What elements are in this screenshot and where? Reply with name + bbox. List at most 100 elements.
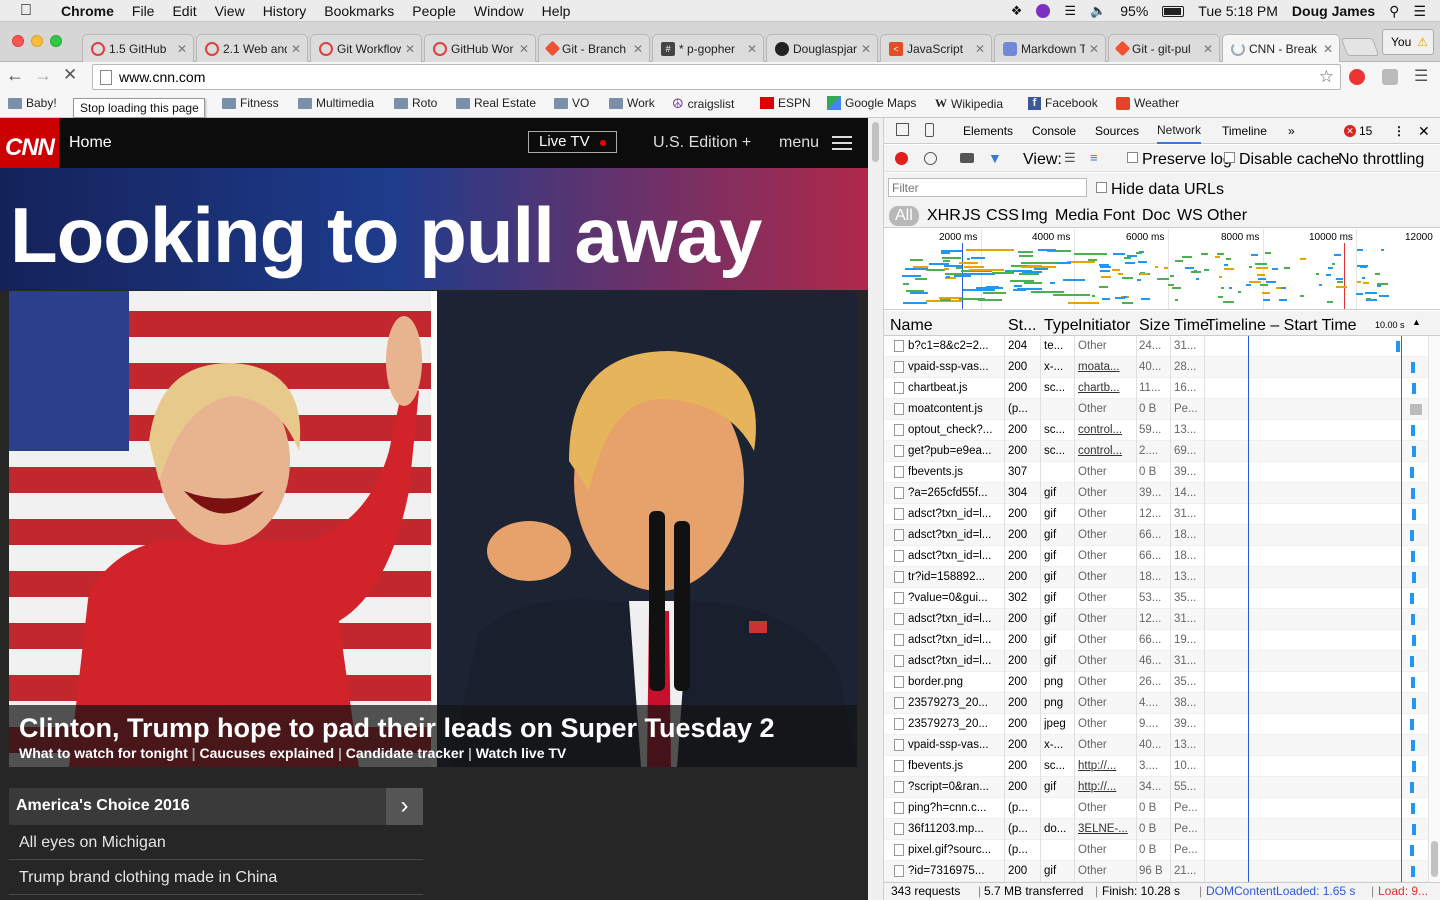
disable-cache-checkbox[interactable] — [1224, 152, 1235, 163]
request-row[interactable]: adsct?txn_id=l... 200 gif Other 12... 31... — [884, 609, 1440, 630]
request-row[interactable]: adsct?txn_id=l... 200 gif Other 66... 18... — [884, 546, 1440, 567]
tab-7[interactable]: Douglaspjar ✕ — [766, 34, 878, 62]
throttling-select[interactable]: No throttling — [1338, 151, 1424, 169]
tab-close-icon[interactable]: ✕ — [405, 42, 415, 56]
error-icon[interactable]: ✕ — [1344, 125, 1356, 137]
edition-selector[interactable]: U.S. Edition + — [653, 134, 751, 152]
filter-xhr[interactable]: XHR — [927, 207, 961, 225]
request-row[interactable]: ?id=7316975... 200 gif Other 96 B 21... — [884, 861, 1440, 882]
tab-close-icon[interactable]: ✕ — [633, 42, 643, 56]
request-row[interactable]: 36f11203.mp... (p... do... 3ELNE-... 0 B Pe..… — [884, 819, 1440, 840]
tab-close-icon[interactable]: ✕ — [1089, 42, 1099, 56]
volume-icon[interactable]: 🔈 — [1090, 3, 1106, 19]
request-row[interactable]: 23579273_20... 200 png Other 4.... 38... — [884, 693, 1440, 714]
bookmark-multimedia[interactable]: Multimedia — [298, 96, 374, 110]
section-header[interactable]: America's Choice 2016 › — [9, 788, 423, 825]
menu-bookmarks[interactable]: Bookmarks — [315, 0, 403, 22]
close-devtools-icon[interactable]: ✕ — [1418, 118, 1430, 144]
bookmark-roto[interactable]: Roto — [394, 96, 437, 110]
live-tv-button[interactable]: Live TV — [528, 131, 617, 153]
apple-icon[interactable]:  — [0, 2, 52, 20]
request-row[interactable]: ping?h=cnn.c... (p... Other 0 B Pe... — [884, 798, 1440, 819]
network-overview[interactable]: 2000 ms 4000 ms 6000 ms 8000 ms 10000 ms… — [884, 229, 1440, 310]
headline[interactable]: Looking to pull away — [10, 190, 762, 281]
minimize-window-button[interactable] — [31, 35, 43, 47]
page-scrollbar[interactable] — [868, 118, 884, 900]
dropbox-icon[interactable]: ❖ — [1011, 3, 1023, 19]
col-name[interactable]: Name — [890, 317, 933, 335]
stop-loading-button[interactable]: ✕ — [63, 65, 77, 85]
col-status[interactable]: St... — [1008, 317, 1036, 335]
request-row[interactable]: ?value=0&gui... 302 gif Other 53... 35... — [884, 588, 1440, 609]
request-row[interactable]: moatcontent.js (p... Other 0 B Pe... — [884, 399, 1440, 420]
menu-link[interactable]: menu — [779, 134, 819, 152]
bookmark-espn[interactable]: ESPN — [760, 96, 811, 110]
menu-history[interactable]: History — [254, 0, 316, 22]
cell-initiator[interactable]: moata... — [1078, 361, 1136, 373]
tab-sources[interactable]: Sources — [1095, 118, 1139, 144]
request-row[interactable]: adsct?txn_id=l... 200 gif Other 66... 19... — [884, 630, 1440, 651]
tab-close-icon[interactable]: ✕ — [177, 42, 187, 56]
error-count[interactable]: 15 — [1359, 118, 1372, 144]
col-timeline[interactable]: Timeline – Start Time — [1206, 317, 1357, 335]
bookmark-google-maps[interactable]: Google Maps — [827, 96, 916, 110]
cell-initiator[interactable]: http://... — [1078, 760, 1136, 772]
tab-close-icon[interactable]: ✕ — [747, 42, 757, 56]
col-initiator[interactable]: Initiator — [1078, 317, 1130, 335]
request-row[interactable]: 23579273_20... 200 jpeg Other 9.... 39... — [884, 714, 1440, 735]
tab-6[interactable]: # * p-gopher ✕ — [652, 34, 764, 62]
home-link[interactable]: Home — [69, 134, 112, 152]
user-name[interactable]: Doug James — [1292, 3, 1375, 19]
extension-gray-icon[interactable] — [1382, 69, 1398, 85]
filter-other[interactable]: Other — [1207, 207, 1247, 225]
cell-initiator[interactable]: chartb... — [1078, 382, 1136, 394]
request-row[interactable]: b?c1=8&c2=2... 204 te... Other 24... 31... — [884, 336, 1440, 357]
tab-11-active[interactable]: CNN - Break ✕ — [1222, 34, 1340, 63]
section-item[interactable]: Trump brand clothing made in China — [19, 869, 277, 887]
tab-elements[interactable]: Elements — [963, 118, 1013, 144]
bookmark-baby[interactable]: Baby! — [8, 96, 57, 110]
request-row[interactable]: vpaid-ssp-vas... 200 x-... Other 40... 13... — [884, 735, 1440, 756]
preserve-log-checkbox[interactable] — [1127, 152, 1138, 163]
tab-timeline[interactable]: Timeline — [1222, 118, 1267, 144]
tab-close-icon[interactable]: ✕ — [861, 42, 871, 56]
chevron-right-icon[interactable]: › — [386, 788, 423, 825]
bookmark-work[interactable]: Work — [609, 96, 655, 110]
tab-5[interactable]: Git - Branch ✕ — [538, 34, 650, 62]
tab-2[interactable]: 2.1 Web and ✕ — [196, 34, 308, 62]
request-row[interactable]: fbevents.js 200 sc... http://... 3.... 10... — [884, 756, 1440, 777]
extension-tomato-icon[interactable] — [1349, 69, 1365, 85]
request-row[interactable]: ?a=265cfd55f... 304 gif Other 39... 14... — [884, 483, 1440, 504]
menu-people[interactable]: People — [403, 0, 465, 22]
notification-center-icon[interactable]: ☰ — [1413, 3, 1426, 20]
filter-icon[interactable]: ▼ — [988, 150, 1002, 166]
overview-icon[interactable]: ≡ — [1090, 150, 1098, 165]
filter-font[interactable]: Font — [1103, 207, 1135, 225]
sort-arrow-icon[interactable]: ▲ — [1412, 317, 1421, 327]
filter-ws[interactable]: WS — [1177, 207, 1203, 225]
tab-4[interactable]: GitHub Wor ✕ — [424, 34, 536, 62]
large-rows-icon[interactable]: ☰ — [1064, 150, 1076, 166]
bookmark-fitness[interactable]: Fitness — [222, 96, 279, 110]
story-link[interactable]: Caucuses explained — [199, 745, 334, 761]
story-link[interactable]: Candidate tracker — [346, 745, 464, 761]
tab-9[interactable]: Markdown T ✕ — [994, 34, 1106, 62]
capture-screenshots-icon[interactable] — [960, 153, 974, 163]
story-link[interactable]: Watch live TV — [476, 745, 567, 761]
menu-window[interactable]: Window — [465, 0, 533, 22]
cell-initiator[interactable]: http://... — [1078, 781, 1136, 793]
menu-edit[interactable]: Edit — [163, 0, 205, 22]
hide-data-urls-checkbox[interactable] — [1096, 182, 1107, 193]
profile-button[interactable]: You ⚠ — [1382, 29, 1434, 55]
menu-file[interactable]: File — [123, 0, 164, 22]
clear-icon[interactable] — [924, 152, 937, 165]
hamburger-icon[interactable] — [832, 136, 852, 150]
request-row[interactable]: ?script=0&ran... 200 gif http://... 34... 55.… — [884, 777, 1440, 798]
inspect-element-icon[interactable] — [896, 123, 909, 136]
filter-img[interactable]: Img — [1021, 207, 1048, 225]
tab-10[interactable]: Git - git-pul ✕ — [1108, 34, 1220, 62]
tab-1[interactable]: 1.5 GitHub ✕ — [82, 34, 194, 62]
hero-photo[interactable] — [9, 291, 857, 767]
col-size[interactable]: Size — [1139, 317, 1170, 335]
clock[interactable]: Tue 5:18 PM — [1198, 3, 1278, 19]
